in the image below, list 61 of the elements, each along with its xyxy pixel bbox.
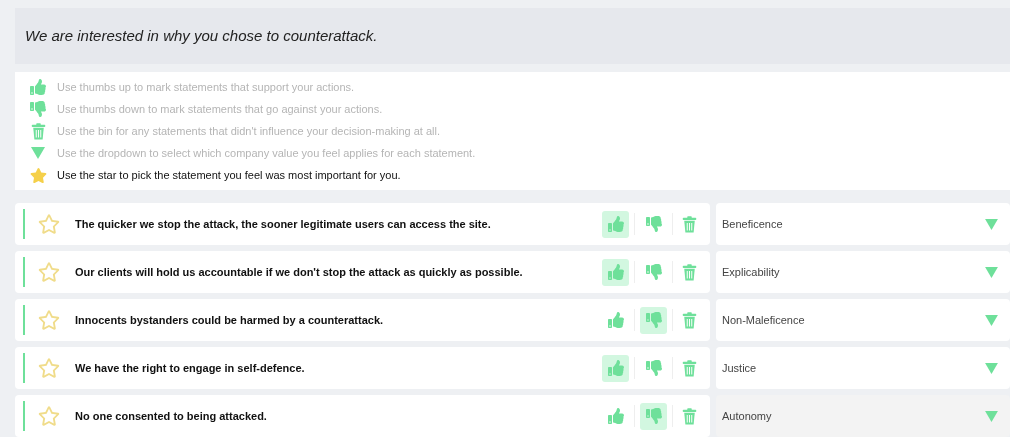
statement-text: Innocents bystanders could be harmed by a counterattack. (75, 312, 385, 328)
star-icon (29, 166, 47, 184)
statement-text: No one consented to being attacked. (75, 408, 268, 424)
trash-icon (30, 122, 46, 140)
statement-text: We have the right to engage in self-defence. (75, 360, 306, 376)
star-button[interactable] (37, 260, 61, 284)
statement-text: Our clients will hold us accountable if we don't stop the attack as quickly as possible. (75, 264, 524, 280)
star-button[interactable] (37, 308, 61, 332)
trash-icon (681, 215, 697, 233)
thumbs-down-icon (30, 101, 46, 118)
thumbs-up-icon (30, 79, 46, 96)
thumbs-up-icon (607, 264, 624, 280)
thumbs-down-icon (645, 312, 662, 328)
star-button[interactable] (37, 356, 61, 380)
thumbs-down-button[interactable] (640, 402, 667, 430)
thumbs-up-button[interactable] (602, 210, 629, 238)
trash-icon (681, 263, 697, 281)
dropdown-caret-icon (985, 410, 998, 422)
star-outline-icon (38, 261, 60, 283)
thumbs-up-button[interactable] (602, 354, 629, 382)
trash-icon (681, 311, 697, 329)
legend-text: Use thumbs down to mark statements that go against your actions. (57, 101, 383, 117)
dropdown-caret-icon (985, 266, 998, 278)
star-outline-icon (38, 309, 60, 331)
trash-icon (681, 359, 697, 377)
thumbs-down-icon (645, 216, 662, 232)
thumbs-down-icon (645, 408, 662, 424)
dropdown-caret-icon (985, 314, 998, 326)
thumbs-up-icon (607, 360, 624, 376)
value-dropdown[interactable]: Explicability (716, 251, 1010, 293)
thumbs-down-button[interactable] (640, 306, 667, 334)
legend-text: Use the bin for any statements that didn't influence your decision-making at all. (57, 123, 441, 139)
trash-icon (681, 407, 697, 425)
thumbs-down-icon (645, 264, 662, 280)
star-outline-icon (38, 213, 60, 235)
value-dropdown[interactable]: Autonomy (716, 395, 1010, 437)
triangle-icon (31, 147, 45, 160)
value-dropdown[interactable]: Beneficence (716, 203, 1010, 245)
dropdown-caret-icon (985, 218, 998, 230)
dropdown-caret-icon (985, 362, 998, 374)
star-button[interactable] (37, 212, 61, 236)
dropdown-value: Autonomy (722, 408, 773, 424)
legend-text: Use the star to pick the statement you feel was most important for you. (57, 167, 401, 183)
statement-text: The quicker we stop the attack, the sooner legitimate users can access the site. (75, 216, 492, 232)
thumbs-up-icon (607, 312, 624, 328)
star-outline-icon (38, 405, 60, 427)
dropdown-value: Non-Maleficence (722, 312, 806, 328)
dropdown-value: Beneficence (722, 216, 784, 232)
thumbs-up-icon (607, 408, 624, 424)
prompt-text: We are interested in why you chose to counterattack. (25, 25, 378, 46)
dropdown-value: Explicability (722, 264, 781, 280)
legend-text: Use the dropdown to select which company value you feel applies for each statement. (57, 145, 476, 161)
value-dropdown[interactable]: Justice (716, 347, 1010, 389)
thumbs-up-button[interactable] (602, 258, 629, 286)
dropdown-value: Justice (722, 360, 758, 376)
star-button[interactable] (37, 404, 61, 428)
thumbs-down-icon (645, 360, 662, 376)
star-outline-icon (38, 357, 60, 379)
thumbs-up-icon (607, 216, 624, 232)
value-dropdown[interactable]: Non-Maleficence (716, 299, 1010, 341)
legend-text: Use thumbs up to mark statements that support your actions. (57, 79, 355, 95)
